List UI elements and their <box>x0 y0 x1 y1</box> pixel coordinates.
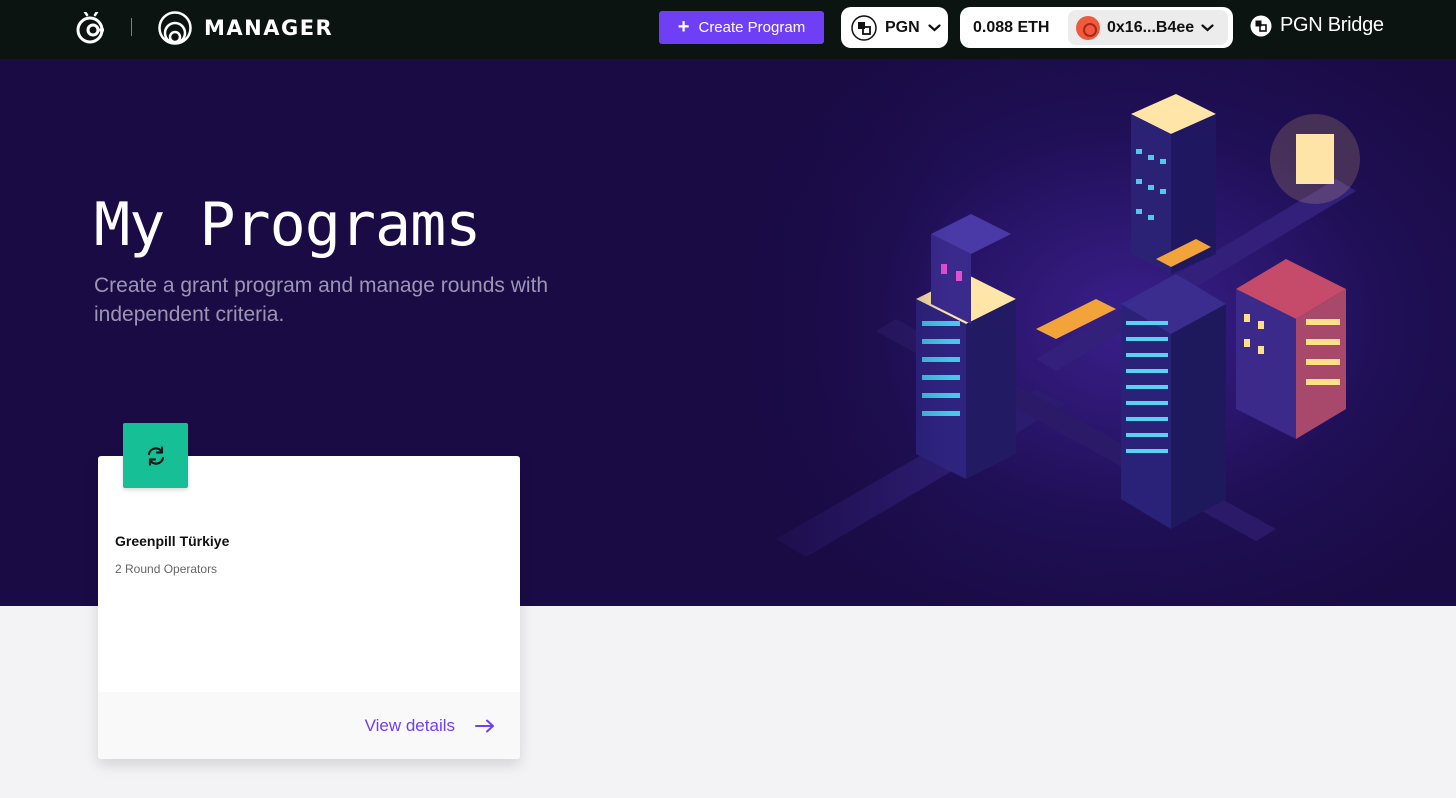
refresh-icon <box>147 445 164 466</box>
arrow-right-icon <box>475 719 494 733</box>
city-illustration <box>736 59 1456 606</box>
chevron-down-icon <box>928 23 941 31</box>
page-title: My Programs <box>94 190 481 260</box>
plus-icon: + <box>677 15 690 38</box>
page-subtitle: Create a grant program and manage rounds… <box>94 274 549 326</box>
pgn-logo-icon <box>1250 15 1272 36</box>
pgn-bridge-link[interactable]: PGN Bridge <box>1250 14 1384 37</box>
network-selector[interactable]: PGN <box>841 7 948 48</box>
brand-name[interactable]: MANAGER <box>204 16 333 40</box>
top-navigation-bar: MANAGER + Create Program PGN 0.088 ETH 0… <box>0 0 1456 59</box>
nav-divider <box>131 18 132 36</box>
gitcoin-logo-icon[interactable] <box>76 12 106 44</box>
program-card-footer: View details <box>98 692 520 759</box>
chevron-down-icon <box>1201 23 1214 31</box>
create-program-button[interactable]: + Create Program <box>659 11 824 44</box>
view-details-link[interactable]: View details <box>365 716 495 736</box>
network-name: PGN <box>885 18 920 36</box>
program-icon-badge <box>123 423 188 488</box>
program-operators: 2 Round Operators <box>115 562 218 576</box>
wallet-address: 0x16...B4ee <box>1107 18 1195 36</box>
wallet-button[interactable]: 0.088 ETH 0x16...B4ee <box>960 7 1233 48</box>
pgn-bridge-label: PGN Bridge <box>1280 14 1384 36</box>
manager-logo-icon[interactable] <box>158 11 192 45</box>
program-card[interactable]: Greenpill Türkiye 2 Round Operators View… <box>98 456 520 759</box>
wallet-account[interactable]: 0x16...B4ee <box>1068 10 1228 45</box>
pgn-logo-icon <box>851 14 877 41</box>
view-details-label: View details <box>364 716 455 735</box>
create-program-label: Create Program <box>698 19 806 36</box>
wallet-balance: 0.088 ETH <box>973 18 1050 36</box>
avatar <box>1076 15 1100 40</box>
program-name: Greenpill Türkiye <box>115 533 230 549</box>
